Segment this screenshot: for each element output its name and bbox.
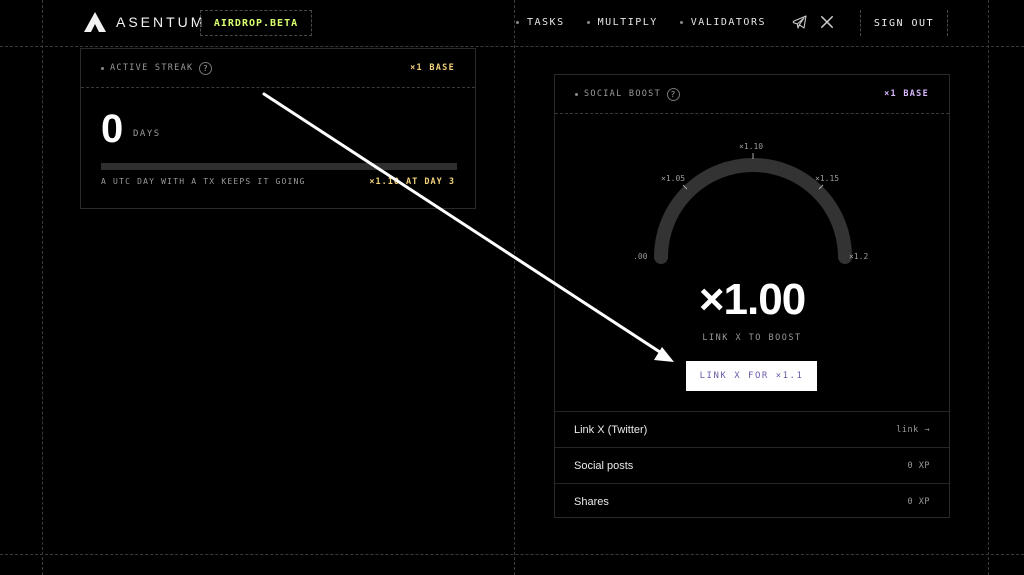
- boost-rows: Link X (Twitter) link → Social posts 0 X…: [555, 411, 949, 519]
- env-badge: AIRDROP.BETA: [200, 10, 312, 36]
- guide-line: [988, 0, 989, 575]
- bullet-icon: [101, 66, 104, 70]
- x-icon[interactable]: [820, 15, 834, 29]
- nav-multiply[interactable]: MULTIPLY: [586, 17, 658, 28]
- streak-progress-bar: [101, 163, 457, 170]
- row-label: Shares: [574, 495, 609, 508]
- boost-title: SOCIAL BOOST: [584, 89, 662, 99]
- guide-line: [42, 0, 43, 575]
- guide-line: [0, 46, 1024, 47]
- telegram-icon[interactable]: [792, 14, 808, 30]
- question-icon[interactable]: ?: [199, 61, 213, 75]
- row-link-action[interactable]: link →: [896, 425, 930, 435]
- bullet-icon: [586, 21, 590, 24]
- social-links: [792, 14, 834, 30]
- boost-gauge: .00 ×1.05 ×1.10 ×1.15 ×1.2: [635, 142, 868, 264]
- question-icon[interactable]: ?: [667, 87, 681, 101]
- nav-validators[interactable]: VALIDATORS: [679, 17, 766, 28]
- link-x-button[interactable]: LINK X FOR ×1.1: [686, 361, 817, 391]
- bullet-icon: [679, 21, 683, 24]
- streak-goal: ×1.10 AT DAY 3: [369, 177, 455, 187]
- row-label: Social posts: [574, 459, 634, 472]
- social-boost-card: SOCIAL BOOST ? ×1 BASE .00 ×1.05 ×1.10 ×…: [554, 74, 950, 518]
- gauge-tick-label: ×1.15: [815, 174, 839, 183]
- nav-tasks[interactable]: TASKS: [516, 17, 565, 28]
- streak-title: ACTIVE STREAK: [110, 63, 194, 73]
- boost-base-badge: ×1 BASE: [884, 89, 929, 99]
- row-label: Link X (Twitter): [574, 423, 648, 436]
- row-shares: Shares 0 XP: [555, 483, 949, 519]
- asentum-logo-icon: [84, 12, 106, 32]
- boost-card-header: SOCIAL BOOST ? ×1 BASE: [555, 75, 949, 114]
- streak-card: ACTIVE STREAK ? ×1 BASE 0 DAYS A UTC DAY…: [80, 48, 476, 209]
- row-social-posts: Social posts 0 XP: [555, 447, 949, 483]
- nav-label: MULTIPLY: [597, 17, 658, 28]
- boost-multiplier: ×1.00: [698, 275, 806, 324]
- boost-subtitle: LINK X TO BOOST: [702, 333, 802, 343]
- row-xp-value: 0 XP: [907, 460, 930, 471]
- gauge-tick-label: ×1.2: [849, 252, 868, 261]
- streak-count: 0: [101, 107, 124, 151]
- env-badge-label: AIRDROP.BETA: [213, 17, 299, 29]
- gauge-tick-label: .00: [635, 252, 648, 261]
- streak-caption: A UTC DAY WITH A TX KEEPS IT GOING: [101, 177, 306, 186]
- streak-unit: DAYS: [133, 129, 161, 139]
- streak-base-badge: ×1 BASE: [410, 63, 455, 73]
- bullet-icon: [575, 92, 578, 96]
- streak-card-header: ACTIVE STREAK ? ×1 BASE: [81, 49, 475, 88]
- gauge-tick-label: ×1.10: [739, 142, 763, 151]
- gauge-tick-label: ×1.05: [661, 174, 685, 183]
- nav-label: VALIDATORS: [690, 17, 766, 28]
- bullet-icon: [516, 21, 519, 24]
- logo-text: ASENTUM: [116, 14, 206, 30]
- row-link-x[interactable]: Link X (Twitter) link →: [555, 411, 949, 447]
- nav-label: TASKS: [527, 17, 565, 28]
- guide-line: [514, 0, 515, 575]
- guide-line: [0, 554, 1024, 555]
- row-xp-value: 0 XP: [907, 496, 930, 507]
- main-nav: TASKS MULTIPLY VALIDATORS: [516, 17, 766, 28]
- sign-out-button[interactable]: SIGN OUT: [860, 10, 948, 36]
- logo[interactable]: ASENTUM: [84, 12, 205, 32]
